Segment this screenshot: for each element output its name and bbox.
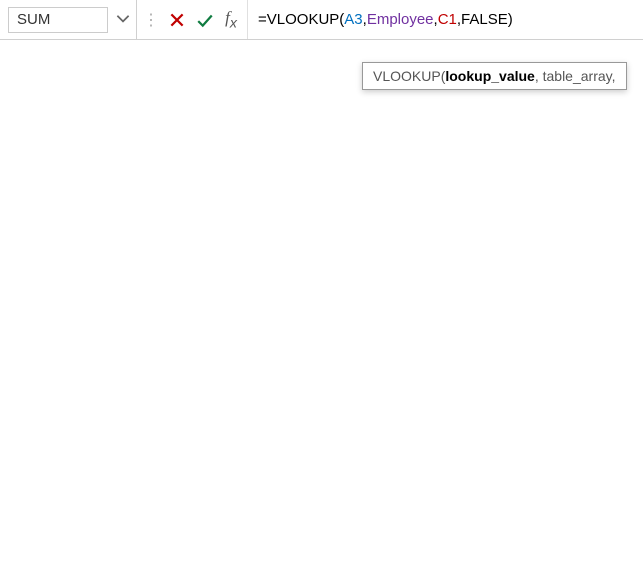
formula-input[interactable]: =VLOOKUP(A3,Employee,C1,FALSE) — [247, 0, 643, 39]
formula-ref-a3: A3 — [344, 11, 362, 28]
function-tooltip: VLOOKUP(lookup_value, table_array, — [362, 62, 627, 90]
formula-bar: SUM ⋮ fx =VLOOKUP(A3,Employee,C1,FALSE) — [0, 0, 643, 40]
name-box-value: SUM — [17, 11, 50, 28]
name-box-wrap: SUM — [0, 0, 137, 39]
insert-function-button[interactable]: fx — [219, 6, 247, 34]
tooltip-active-arg: lookup_value — [445, 68, 534, 84]
formula-ref-c1: C1 — [438, 11, 457, 28]
formula-text: ,FALSE) — [457, 11, 513, 28]
name-box[interactable]: SUM — [8, 7, 108, 33]
fx-icon: fx — [223, 8, 243, 31]
enter-button[interactable] — [191, 6, 219, 34]
tooltip-rest: , table_array, — [535, 68, 616, 84]
divider-icon: ⋮ — [137, 10, 163, 30]
formula-ref-employee: Employee — [367, 11, 434, 28]
tooltip-fn: VLOOKUP( — [373, 68, 445, 84]
cancel-button[interactable] — [163, 6, 191, 34]
formula-text: =VLOOKUP( — [258, 11, 344, 28]
chevron-down-icon[interactable] — [114, 9, 132, 30]
